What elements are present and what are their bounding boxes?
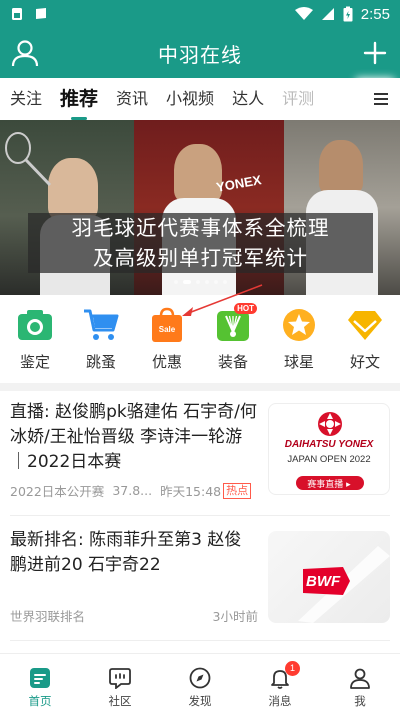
news-source: 世界羽联排名 xyxy=(10,609,86,624)
signal-icon xyxy=(321,8,334,20)
quick-link-equipment[interactable]: HOT 装备 xyxy=(203,303,263,380)
clock: 2:55 xyxy=(360,5,390,23)
hot-badge: HOT xyxy=(234,303,257,314)
tab-menu-button[interactable] xyxy=(362,78,400,120)
cart-icon xyxy=(84,309,119,340)
carousel-dot[interactable] xyxy=(195,280,200,284)
news-time: 3小时前 xyxy=(212,609,258,624)
tab-recommend[interactable]: 推荐 xyxy=(60,78,98,120)
quick-link-appraisal[interactable]: 鉴定 xyxy=(5,305,65,380)
quick-link-articles[interactable]: 好文 xyxy=(335,305,395,380)
news-thumbnail[interactable]: DAIHATSU YONEX JAPAN OPEN 2022 赛事直播 ▸ xyxy=(268,403,390,495)
battery-icon xyxy=(343,6,353,22)
community-icon xyxy=(109,668,131,689)
sim-card-icon xyxy=(12,8,22,20)
quick-link-flea-market[interactable]: 跳蚤 xyxy=(71,305,131,380)
nav-profile[interactable]: 我 xyxy=(325,654,395,712)
quick-link-label: 好文 xyxy=(349,353,380,371)
wifi-icon xyxy=(294,7,313,20)
tab-reviews[interactable]: 评测 xyxy=(282,78,314,120)
nav-label: 首页 xyxy=(28,694,52,708)
news-item[interactable]: 最新排名: 陈雨菲升至第3 赵俊鹏进前20 石宇奇22 世界羽联排名 3小时前 … xyxy=(0,528,400,628)
tab-short-video[interactable]: 小视频 xyxy=(166,78,214,120)
thumb-live-button: 赛事直播 ▸ xyxy=(307,480,351,490)
star-icon xyxy=(283,309,315,341)
carousel-dot[interactable] xyxy=(213,280,218,284)
banner-caption-line2: 及高级别单打冠军统计 xyxy=(93,246,308,270)
bottom-navigation: 首页 社区 发现 1 消息 我 xyxy=(0,653,400,712)
nav-label: 我 xyxy=(354,694,366,708)
tab-follow[interactable]: 关注 xyxy=(10,78,42,120)
carousel-dot-active[interactable] xyxy=(182,280,191,284)
news-time: 昨天15:48 xyxy=(160,484,222,499)
featured-banner[interactable]: YONEX 羽毛球近代赛事体系全梳理 及高级别单打冠军统计 xyxy=(0,120,400,295)
quick-link-label: 优惠 xyxy=(151,353,182,371)
tab-news[interactable]: 资讯 xyxy=(116,78,148,120)
quick-link-label: 装备 xyxy=(217,353,248,371)
quick-link-label: 鉴定 xyxy=(19,353,50,371)
banner-caption: 羽毛球近代赛事体系全梳理 及高级别单打冠军统计 xyxy=(28,213,373,273)
quick-link-label: 球星 xyxy=(283,353,314,371)
app-title: 中羽在线 xyxy=(158,42,242,67)
nav-label: 消息 xyxy=(268,694,292,708)
carousel-dot[interactable] xyxy=(204,280,209,284)
section-divider xyxy=(0,383,400,391)
news-title[interactable]: 最新排名: 陈雨菲升至第3 赵俊鹏进前20 石宇奇22 xyxy=(10,528,258,578)
banner-brand-text: YONEX xyxy=(215,172,263,195)
user-icon[interactable] xyxy=(10,38,40,68)
carousel-indicator xyxy=(0,280,400,284)
nav-discover[interactable]: 发现 xyxy=(165,654,235,712)
category-tabs: 关注 推荐 资讯 小视频 达人 评测 xyxy=(0,78,400,120)
profile-icon xyxy=(350,668,370,689)
news-thumbnail[interactable]: BWF xyxy=(268,531,390,623)
app-header: 中羽在线 xyxy=(0,28,400,78)
news-source: 2022日本公开赛 xyxy=(10,484,105,499)
list-separator xyxy=(10,515,390,516)
racket-icon xyxy=(5,132,52,187)
thumb-event: JAPAN OPEN 2022 xyxy=(287,454,371,465)
news-meta: 2022日本公开赛 37.8... 昨天15:48 热点 xyxy=(10,481,252,500)
nav-community[interactable]: 社区 xyxy=(85,654,155,712)
hot-tag: 热点 xyxy=(223,482,252,499)
thumb-brand: DAIHATSU YONEX xyxy=(284,439,374,450)
home-icon xyxy=(30,668,50,688)
carousel-dot[interactable] xyxy=(222,280,227,284)
quick-link-label: 跳蚤 xyxy=(85,353,116,371)
news-title[interactable]: 直播: 赵俊鹏pk骆建佑 石宇奇/何冰娇/王祉怡晋级 李诗沣一轮游｜2022日本… xyxy=(10,400,258,475)
quick-link-stars[interactable]: 球星 xyxy=(269,305,329,380)
plus-icon[interactable] xyxy=(360,38,390,68)
notification-badge: 1 xyxy=(285,661,300,676)
tab-experts[interactable]: 达人 xyxy=(232,78,264,120)
banner-caption-line1: 羽毛球近代赛事体系全梳理 xyxy=(71,216,330,240)
sale-bag-text: Sale xyxy=(159,325,176,334)
camera-icon xyxy=(18,310,52,340)
status-bar: 2:55 xyxy=(0,0,400,28)
diamond-icon xyxy=(348,311,382,340)
list-separator xyxy=(10,640,390,641)
news-meta: 世界羽联排名 3小时前 xyxy=(10,606,258,625)
thumb-brand: BWF xyxy=(306,573,341,590)
quick-links: 鉴定 跳蚤 Sale 优惠 HOT 装备 球星 好文 xyxy=(0,303,400,380)
compass-icon xyxy=(189,667,211,689)
carousel-dot[interactable] xyxy=(173,280,178,284)
nav-home[interactable]: 首页 xyxy=(5,654,75,712)
nav-messages[interactable]: 1 消息 xyxy=(245,654,315,712)
nav-label: 社区 xyxy=(108,694,132,708)
news-item[interactable]: 直播: 赵俊鹏pk骆建佑 石宇奇/何冰娇/王祉怡晋级 李诗沣一轮游｜2022日本… xyxy=(0,400,400,510)
sale-bag-icon: Sale xyxy=(152,307,182,342)
menu-icon xyxy=(374,93,388,105)
notification-icon xyxy=(36,8,46,19)
news-views: 37.8... xyxy=(112,483,153,498)
nav-label: 发现 xyxy=(188,694,212,708)
quick-link-deals[interactable]: Sale 优惠 xyxy=(137,305,197,380)
